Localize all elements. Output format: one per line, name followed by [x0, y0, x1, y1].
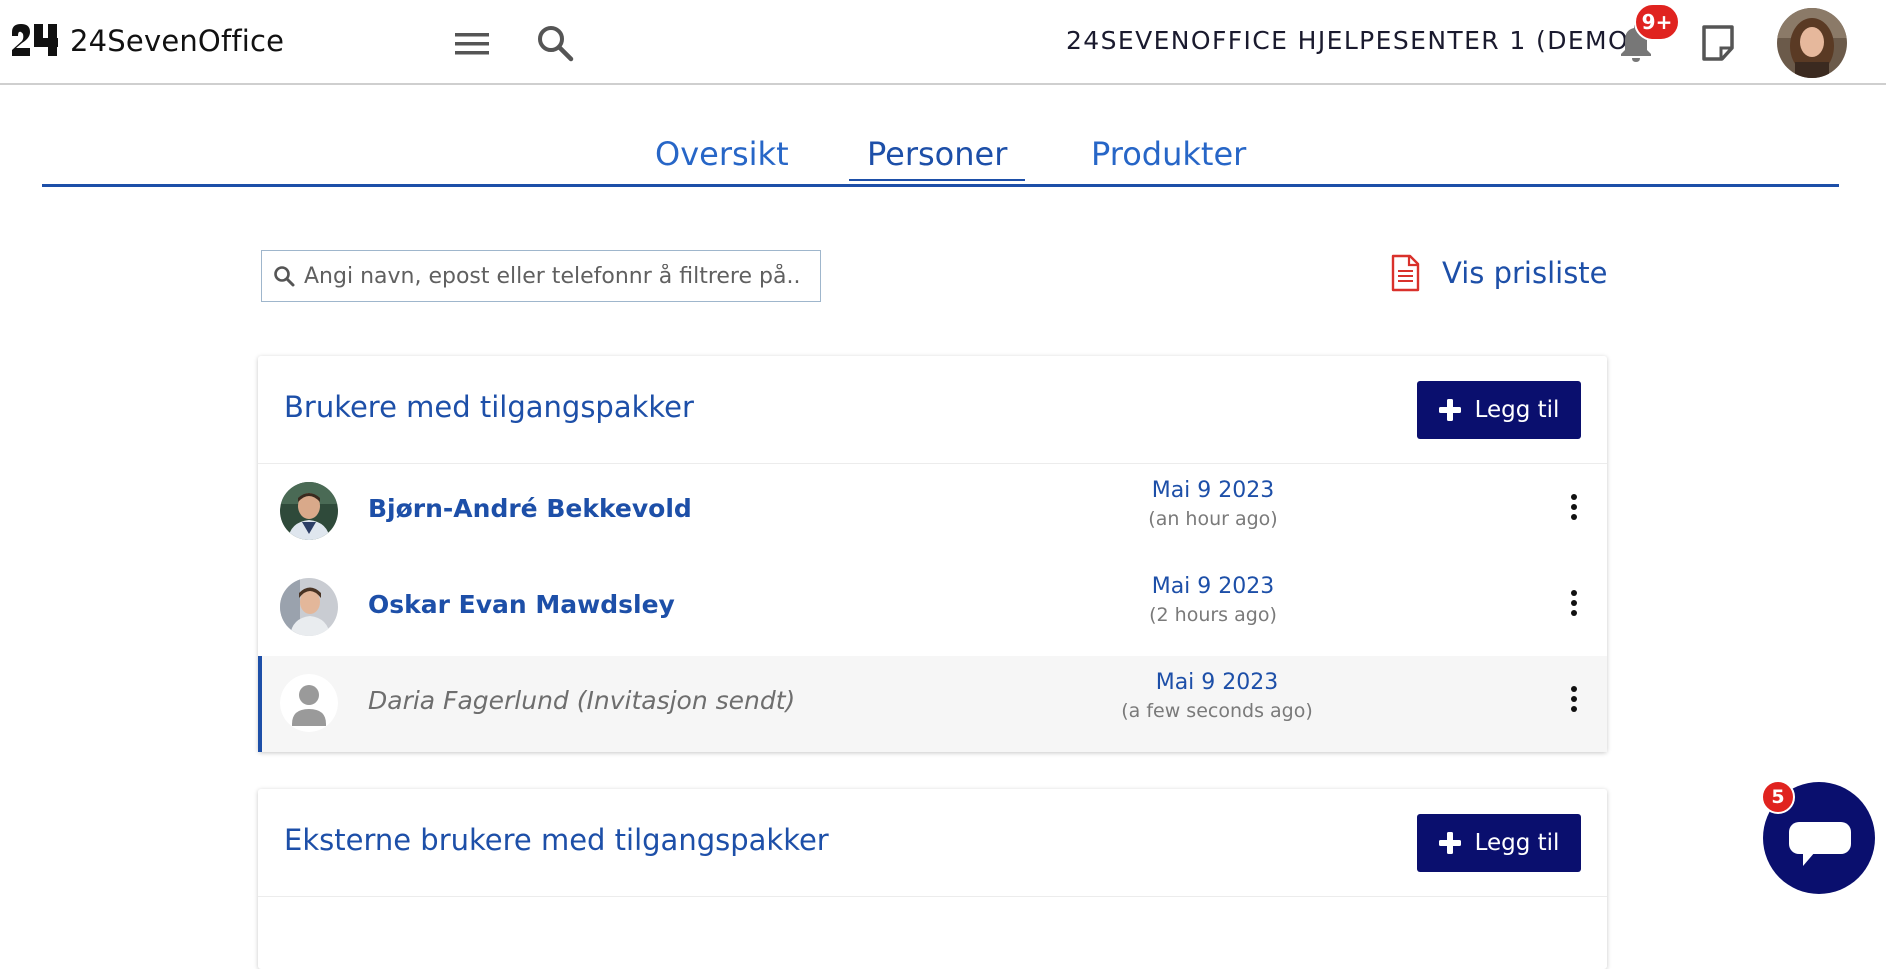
- search-icon[interactable]: [534, 22, 576, 64]
- tab-produkter[interactable]: Produkter: [1073, 135, 1264, 179]
- more-options-icon[interactable]: [1567, 492, 1581, 522]
- add-user-label: Legg til: [1474, 397, 1560, 423]
- user-date: Mai 9 2023: [1151, 478, 1275, 503]
- user-name[interactable]: Oskar Evan Mawdsley: [368, 590, 675, 619]
- user-row[interactable]: Bjørn-André Bekkevold Mai 9 2023 (an hou…: [258, 464, 1607, 560]
- user-row-invited[interactable]: Daria Fagerlund (Invitasjon sendt) Mai 9…: [258, 656, 1607, 752]
- user-avatar-photo: [1777, 8, 1847, 78]
- logo-mark-icon: [12, 24, 58, 56]
- more-options-icon[interactable]: [1567, 588, 1581, 618]
- users-card-header: Brukere med tilgangspakker Legg til: [258, 356, 1607, 464]
- avatar: [280, 578, 338, 636]
- avatar-photo: [280, 578, 338, 636]
- top-bar: 24SevenOffice 24SEVENOFFICE HJELPESENTER…: [0, 0, 1886, 85]
- user-relative-time: (2 hours ago): [1149, 604, 1277, 626]
- notification-count-badge: 9+: [1634, 3, 1680, 41]
- filter-field: [261, 250, 821, 302]
- user-name[interactable]: Daria Fagerlund (Invitasjon sendt): [368, 686, 795, 715]
- hamburger-menu-icon[interactable]: [452, 24, 492, 64]
- user-relative-time: (a few seconds ago): [1121, 700, 1313, 722]
- pricelist-label: Vis prisliste: [1442, 256, 1608, 290]
- tab-personer[interactable]: Personer: [849, 135, 1026, 181]
- user-date: Mai 9 2023: [1151, 574, 1275, 599]
- more-options-icon[interactable]: [1567, 684, 1581, 714]
- user-relative-time: (an hour ago): [1148, 508, 1278, 530]
- user-date: Mai 9 2023: [1155, 670, 1279, 695]
- users-card-title: Brukere med tilgangspakker: [284, 390, 694, 424]
- person-silhouette-icon: [280, 674, 338, 732]
- notes-icon[interactable]: [1700, 24, 1736, 62]
- logo-text: 24SevenOffice: [70, 24, 285, 58]
- pricelist-link[interactable]: Vis prisliste: [1390, 254, 1608, 292]
- filter-input[interactable]: [304, 257, 812, 295]
- avatar-photo: [280, 482, 338, 540]
- chat-unread-badge: 5: [1761, 780, 1795, 814]
- plus-icon: [1438, 832, 1461, 854]
- users-card: Brukere med tilgangspakker Legg til Bjør…: [258, 356, 1607, 752]
- avatar: [280, 482, 338, 540]
- add-external-user-label: Legg til: [1474, 830, 1560, 856]
- app-logo[interactable]: 24SevenOffice: [10, 22, 284, 60]
- tab-bar: Oversikt Personer Produkter: [42, 135, 1839, 187]
- pdf-document-icon: [1391, 254, 1420, 292]
- external-users-card-header: Eksterne brukere med tilgangspakker Legg…: [258, 789, 1607, 897]
- external-users-card-title: Eksterne brukere med tilgangspakker: [284, 823, 829, 857]
- user-name[interactable]: Bjørn-André Bekkevold: [368, 494, 692, 523]
- filter-search-icon: [274, 266, 295, 287]
- add-external-user-button[interactable]: Legg til: [1417, 814, 1581, 872]
- add-user-button[interactable]: Legg til: [1417, 381, 1581, 439]
- avatar-placeholder: [280, 674, 338, 732]
- plus-icon: [1438, 399, 1461, 421]
- chat-bubble-icon: [1789, 822, 1851, 866]
- external-users-card: Eksterne brukere med tilgangspakker Legg…: [258, 789, 1607, 969]
- tab-oversikt[interactable]: Oversikt: [637, 135, 807, 179]
- company-name[interactable]: 24SEVENOFFICE HJELPESENTER 1 (DEMO): [1066, 26, 1640, 55]
- user-avatar[interactable]: [1777, 8, 1847, 78]
- user-row[interactable]: Oskar Evan Mawdsley Mai 9 2023 (2 hours …: [258, 560, 1607, 656]
